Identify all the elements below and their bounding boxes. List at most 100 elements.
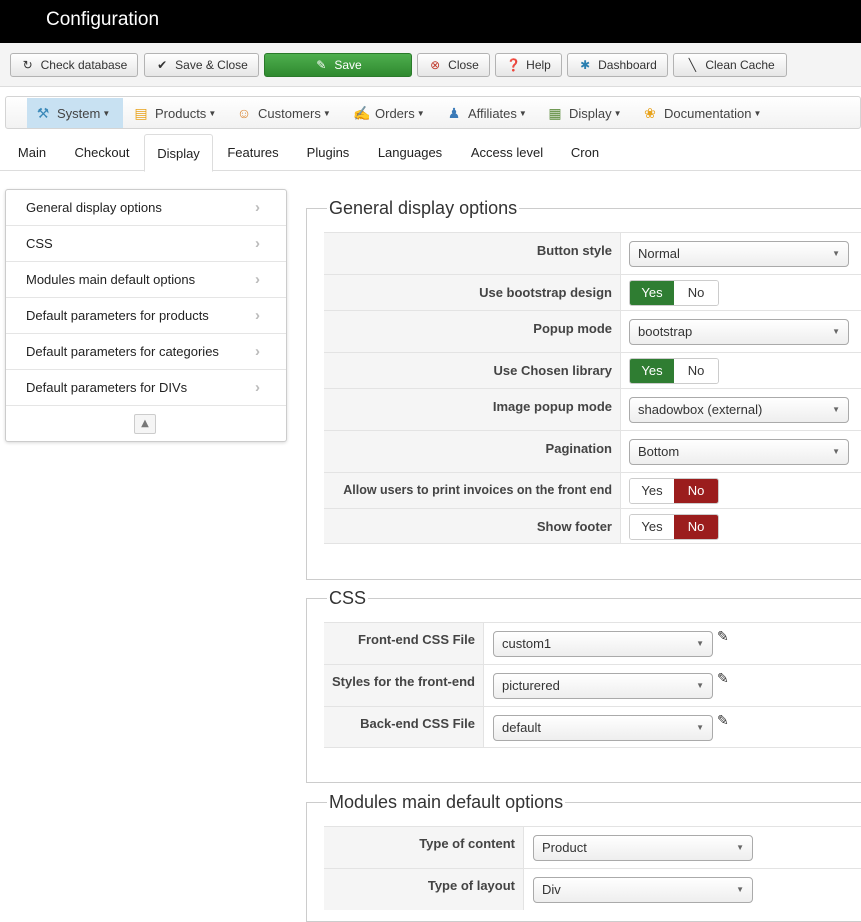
print-invoices-toggle[interactable]: Yes No [629, 478, 719, 504]
config-tabs: Main Checkout Display Features Plugins L… [0, 134, 861, 172]
frontend-css-value: custom1 [502, 636, 552, 651]
check-database-label: Check database [40, 58, 128, 72]
button-style-label: Button style [324, 233, 621, 274]
show-footer-label: Show footer [324, 509, 621, 543]
clean-cache-button[interactable]: ╲ Clean Cache [673, 53, 787, 77]
nav-item-label: Default parameters for categories [26, 344, 219, 359]
save-button[interactable]: ✎ Save [264, 53, 412, 77]
tab-checkout[interactable]: Checkout [66, 134, 138, 171]
general-section-title: General display options [327, 198, 520, 219]
save-label: Save [334, 58, 362, 72]
yes-option[interactable]: Yes [630, 281, 674, 305]
affiliates-icon: ♟ [447, 104, 461, 121]
content-type-select[interactable]: Product ▼ [533, 835, 753, 861]
layout-type-select[interactable]: Div ▼ [533, 877, 753, 903]
dropdown-arrow-icon: ▼ [832, 249, 840, 258]
menu-system[interactable]: ⚒ System ▼ [27, 98, 123, 128]
layout-type-row: Type of layout Div ▼ [324, 868, 861, 910]
tab-cron[interactable]: Cron [564, 134, 606, 171]
frontend-css-row: Front-end CSS File custom1 ▼ ✎ [324, 622, 861, 664]
checkmark-icon: ✔ [157, 58, 168, 72]
popup-mode-select[interactable]: bootstrap ▼ [629, 319, 849, 345]
bootstrap-label: Use bootstrap design [324, 275, 621, 310]
nav-item-css[interactable]: CSS › [6, 226, 286, 262]
chevron-right-icon: › [255, 343, 260, 360]
show-footer-toggle[interactable]: Yes No [629, 514, 719, 540]
menu-display[interactable]: ▦ Display ▼ [547, 98, 621, 128]
chosen-toggle[interactable]: Yes No [629, 358, 719, 384]
chosen-label: Use Chosen library [324, 353, 621, 388]
check-database-button[interactable]: ↻ Check database [10, 53, 138, 77]
nav-item-general[interactable]: General display options › [6, 190, 286, 226]
backend-css-label: Back-end CSS File [324, 707, 484, 747]
nav-item-divs[interactable]: Default parameters for DIVs › [6, 370, 286, 406]
chevron-down-icon: ▼ [322, 108, 331, 118]
frontend-styles-select[interactable]: picturered ▼ [493, 673, 713, 699]
tab-plugins[interactable]: Plugins [299, 134, 357, 171]
menu-customers[interactable]: ☺ Customers ▼ [236, 98, 331, 128]
close-label: Close [448, 58, 479, 72]
yes-option[interactable]: Yes [630, 359, 674, 383]
menu-affiliates[interactable]: ♟ Affiliates ▼ [446, 98, 527, 128]
frontend-css-select[interactable]: custom1 ▼ [493, 631, 713, 657]
scroll-top-button[interactable]: ▲ [134, 414, 156, 434]
no-option[interactable]: No [674, 515, 718, 539]
image-popup-value: shadowbox (external) [638, 402, 763, 417]
edit-pencil-icon[interactable]: ✎ [717, 713, 729, 729]
pagination-select[interactable]: Bottom ▼ [629, 439, 849, 465]
close-button[interactable]: ⊗ Close [417, 53, 490, 77]
close-circle-icon: ⊗ [430, 58, 441, 72]
no-option[interactable]: No [674, 479, 718, 503]
pagination-label: Pagination [324, 431, 621, 472]
title-bar: Configuration [0, 0, 861, 43]
nav-item-categories[interactable]: Default parameters for categories › [6, 334, 286, 370]
dashboard-button[interactable]: ✱ Dashboard [567, 53, 668, 77]
layout-type-label: Type of layout [324, 869, 524, 910]
menu-products[interactable]: ▤ Products ▼ [133, 98, 216, 128]
help-button[interactable]: ❓ Help [495, 53, 562, 77]
menu-documentation[interactable]: ❀ Documentation ▼ [642, 98, 761, 128]
edit-icon: ✎ [316, 58, 327, 72]
tab-features[interactable]: Features [220, 134, 286, 171]
dashboard-label: Dashboard [598, 58, 657, 72]
tab-main[interactable]: Main [10, 134, 54, 171]
nav-item-label: Modules main default options [26, 272, 196, 287]
save-close-label: Save & Close [175, 58, 248, 72]
image-popup-row: Image popup mode shadowbox (external) ▼ [324, 388, 861, 430]
content-type-row: Type of content Product ▼ [324, 826, 861, 868]
edit-pencil-icon[interactable]: ✎ [717, 629, 729, 645]
no-option[interactable]: No [674, 281, 718, 305]
menu-orders-label: Orders [375, 105, 415, 121]
dropdown-arrow-icon: ▼ [832, 405, 840, 414]
layout-type-value: Div [542, 882, 561, 897]
tab-access-level[interactable]: Access level [462, 134, 552, 171]
dropdown-arrow-icon: ▼ [696, 723, 704, 732]
chevron-down-icon: ▼ [208, 108, 217, 118]
tab-display[interactable]: Display [144, 134, 213, 172]
yes-option[interactable]: Yes [630, 515, 674, 539]
documentation-icon: ❀ [644, 104, 656, 121]
popup-mode-row: Popup mode bootstrap ▼ [324, 310, 861, 352]
modules-panel: Modules main default options Type of con… [306, 792, 861, 922]
nav-item-products[interactable]: Default parameters for products › [6, 298, 286, 334]
nav-item-modules[interactable]: Modules main default options › [6, 262, 286, 298]
section-nav: General display options › CSS › Modules ma… [5, 189, 287, 442]
no-option[interactable]: No [674, 359, 718, 383]
button-style-select[interactable]: Normal ▼ [629, 241, 849, 267]
dropdown-arrow-icon: ▼ [832, 447, 840, 456]
chevron-right-icon: › [255, 271, 260, 288]
yes-option[interactable]: Yes [630, 479, 674, 503]
chevron-down-icon: ▼ [416, 108, 425, 118]
backend-css-select[interactable]: default ▼ [493, 715, 713, 741]
save-close-button[interactable]: ✔ Save & Close [144, 53, 259, 77]
bootstrap-toggle[interactable]: Yes No [629, 280, 719, 306]
menu-products-label: Products [155, 105, 207, 121]
nav-item-label: Default parameters for DIVs [26, 380, 188, 395]
page-title: Configuration [46, 9, 160, 30]
menu-orders[interactable]: ✍ Orders ▼ [353, 98, 425, 128]
image-popup-select[interactable]: shadowbox (external) ▼ [629, 397, 849, 423]
tab-languages[interactable]: Languages [370, 134, 450, 171]
edit-pencil-icon[interactable]: ✎ [717, 671, 729, 687]
menu-documentation-label: Documentation [664, 105, 752, 121]
chevron-right-icon: › [255, 379, 260, 396]
